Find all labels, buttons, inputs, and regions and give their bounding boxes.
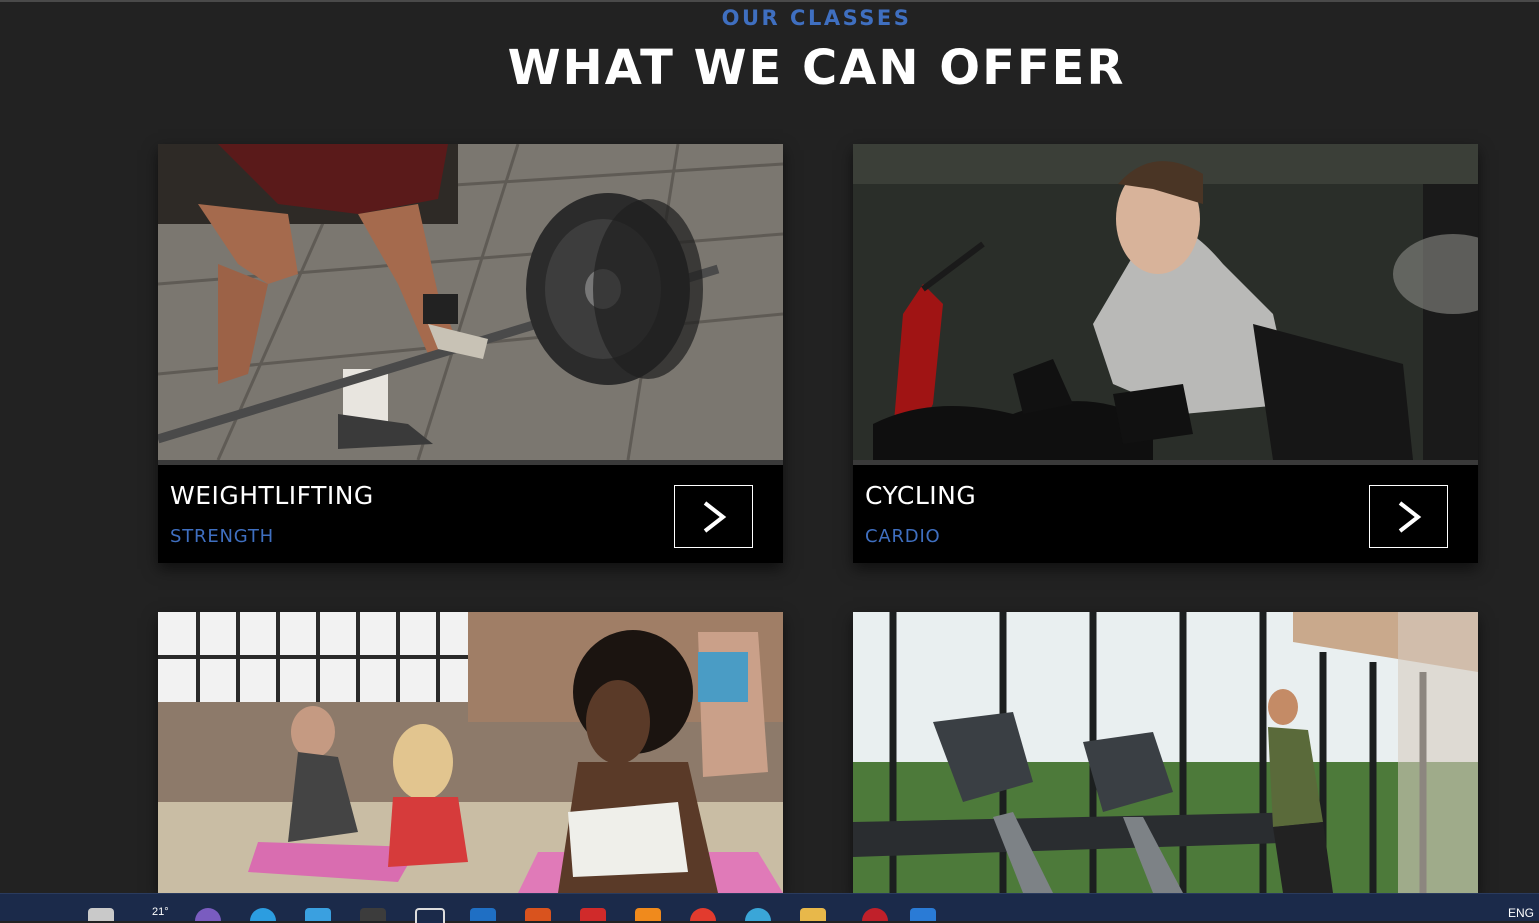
top-border — [0, 0, 1539, 2]
section-headline: WHAT WE CAN OFFER — [507, 40, 1126, 96]
vscode-icon[interactable] — [910, 908, 936, 921]
firefox-icon[interactable] — [635, 908, 661, 921]
card-title: WEIGHTLIFTING — [170, 481, 374, 510]
treadmill-photo — [853, 612, 1478, 893]
card-divider — [853, 460, 1478, 465]
weather-temperature[interactable]: 21° — [152, 906, 169, 918]
browser-icon[interactable] — [745, 908, 771, 921]
section-eyebrow: OUR CLASSES — [721, 6, 912, 30]
os-taskbar: 21° ENG — [0, 893, 1539, 923]
office-icon[interactable] — [525, 908, 551, 921]
open-cycling-button[interactable] — [1369, 485, 1448, 548]
file-icon[interactable] — [88, 908, 114, 921]
terminal-icon[interactable] — [360, 908, 386, 921]
language-indicator[interactable]: ENG — [1508, 906, 1534, 920]
edge-icon[interactable] — [250, 908, 276, 921]
class-card-cycling[interactable]: CYCLING CARDIO — [853, 144, 1478, 563]
mail-icon[interactable] — [470, 908, 496, 921]
class-card-weightlifting[interactable]: WEIGHTLIFTING STRENGTH — [158, 144, 783, 563]
weightlifting-photo — [158, 144, 783, 460]
chevron-right-icon — [703, 500, 726, 533]
deadpool-app-icon[interactable] — [862, 908, 888, 921]
card-subtitle: CARDIO — [865, 526, 941, 547]
folder-icon[interactable] — [800, 908, 826, 921]
chrome-icon[interactable] — [690, 908, 716, 921]
app-icon-red[interactable] — [580, 908, 606, 921]
class-card-group-fitness[interactable] — [158, 612, 783, 893]
cycling-photo — [853, 144, 1478, 460]
chevron-right-icon — [1398, 500, 1421, 533]
open-weightlifting-button[interactable] — [674, 485, 753, 548]
app-icon[interactable] — [195, 908, 221, 921]
class-card-treadmill[interactable] — [853, 612, 1478, 893]
card-divider — [158, 460, 783, 465]
card-subtitle: STRENGTH — [170, 526, 275, 547]
card-title: CYCLING — [865, 481, 977, 510]
group-fitness-photo — [158, 612, 783, 893]
search-icon[interactable] — [415, 908, 445, 923]
store-icon[interactable] — [305, 908, 331, 921]
